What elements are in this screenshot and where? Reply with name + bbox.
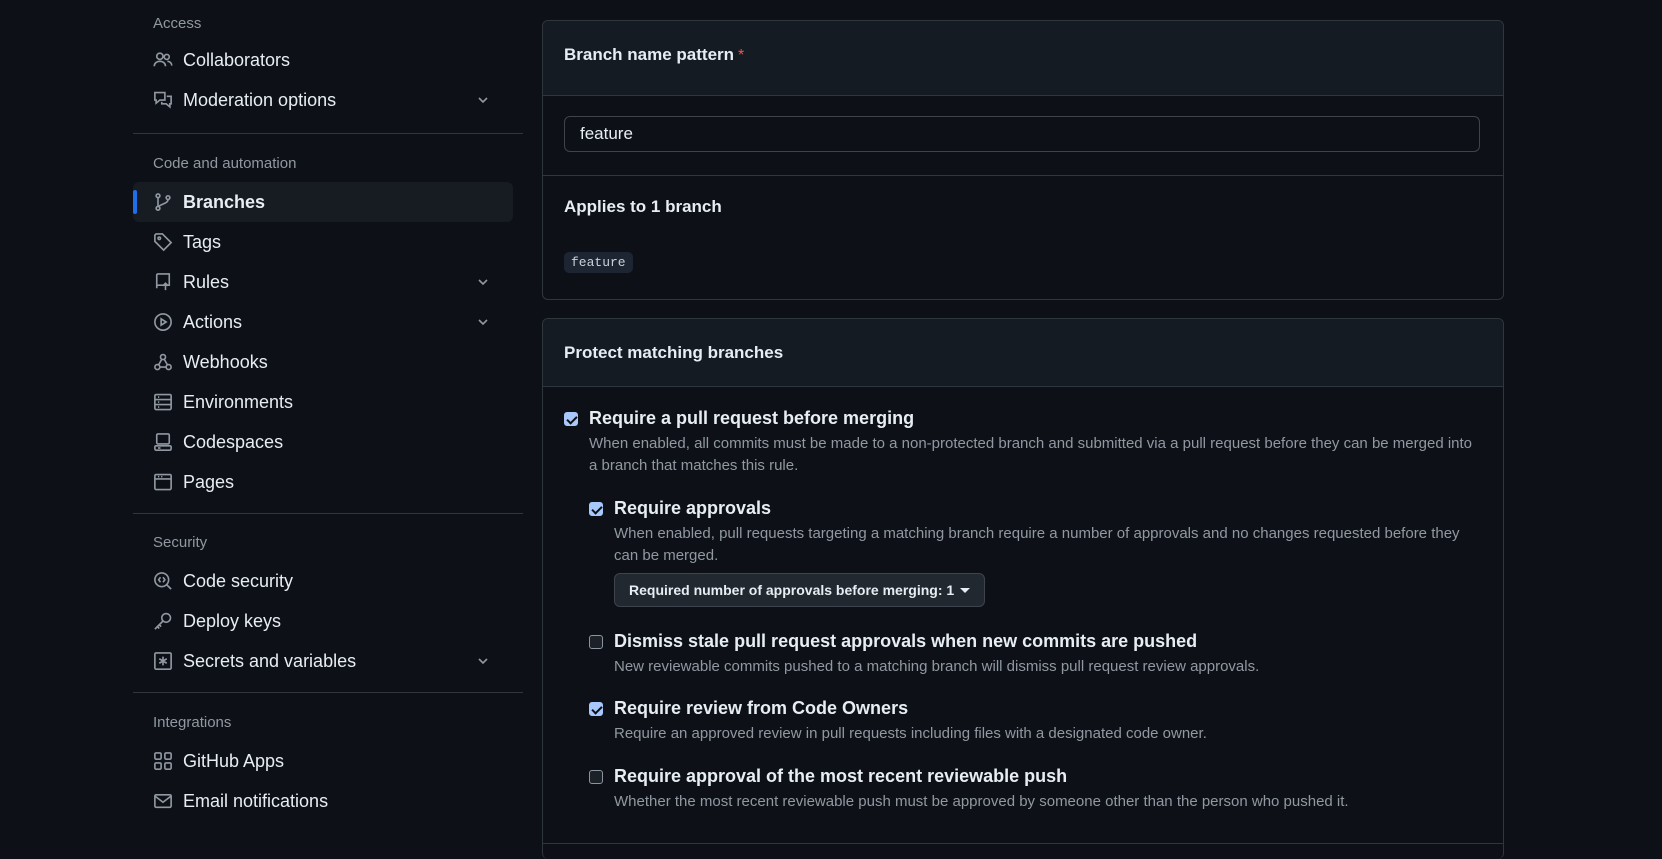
option-label: Dismiss stale pull request approvals whe… xyxy=(614,631,1198,651)
option-description: Require an approved review in pull reque… xyxy=(614,725,1207,742)
sidebar-item-label: Moderation options xyxy=(183,89,337,110)
sidebar-item-moderation-options[interactable]: Moderation options xyxy=(133,80,513,120)
sidebar-item-rules[interactable]: Rules xyxy=(133,262,513,302)
section-title-access: Access xyxy=(153,15,202,32)
required-marker: * xyxy=(738,47,745,64)
sidebar-item-email-notifications[interactable]: Email notifications xyxy=(133,781,513,821)
server-icon xyxy=(153,392,173,412)
chevron-down-icon[interactable] xyxy=(475,92,491,108)
sidebar-item-branches[interactable]: Branches xyxy=(133,182,513,222)
chevron-down-icon[interactable] xyxy=(475,274,491,290)
protect-options: Require a pull request before merging Wh… xyxy=(543,387,1503,844)
option-require-recent-push-approval: Require approval of the most recent revi… xyxy=(589,766,1469,813)
git-branch-icon xyxy=(153,192,173,212)
sidebar-item-label: Deploy keys xyxy=(183,610,282,631)
card-header: Protect matching branches xyxy=(543,319,1503,387)
comment-discussion-icon xyxy=(153,90,173,110)
section-title-security: Security xyxy=(153,534,208,551)
option-description: Whether the most recent reviewable push … xyxy=(614,793,1349,810)
key-asterisk-icon xyxy=(153,651,173,671)
sidebar-item-collaborators[interactable]: Collaborators xyxy=(133,40,513,80)
codescan-icon xyxy=(153,571,173,591)
sidebar-item-label: Tags xyxy=(183,231,222,252)
caret-down-icon xyxy=(960,587,971,593)
sidebar-item-codespaces[interactable]: Codespaces xyxy=(133,422,513,462)
checkbox-require-approvals[interactable] xyxy=(589,502,603,516)
browser-icon xyxy=(153,472,173,492)
divider xyxy=(133,133,523,134)
sidebar-item-pages[interactable]: Pages xyxy=(133,462,513,502)
divider xyxy=(133,513,523,514)
chevron-down-icon[interactable] xyxy=(475,314,491,330)
protect-branches-card: Protect matching branches Require a pull… xyxy=(542,318,1504,859)
matching-branch-tag: feature xyxy=(564,252,633,273)
repo-push-icon xyxy=(153,272,173,292)
sidebar-item-label: Pages xyxy=(183,471,235,492)
checkbox-require-code-owners[interactable] xyxy=(589,702,603,716)
mail-icon xyxy=(153,791,173,811)
sidebar-item-label: Rules xyxy=(183,271,230,292)
option-require-pull-request: Require a pull request before merging Wh… xyxy=(564,408,1484,477)
approvals-count-select[interactable]: Required number of approvals before merg… xyxy=(614,573,986,607)
applies-section: Applies to 1 branch feature xyxy=(543,176,1503,298)
codespaces-icon xyxy=(153,432,173,452)
sidebar-item-label: Webhooks xyxy=(183,351,268,372)
option-description: When enabled, pull requests targeting a … xyxy=(614,525,1460,564)
chevron-down-icon[interactable] xyxy=(475,653,491,669)
card-header: Branch name pattern * xyxy=(543,21,1503,96)
sidebar-item-deploy-keys[interactable]: Deploy keys xyxy=(133,601,513,641)
checkbox-require-pull-request[interactable] xyxy=(564,412,578,426)
tag-icon xyxy=(153,232,173,252)
sidebar-item-label: Secrets and variables xyxy=(183,650,357,671)
sidebar-item-label: Environments xyxy=(183,391,294,412)
branch-pattern-input[interactable] xyxy=(564,116,1480,152)
section-title-code-automation: Code and automation xyxy=(153,155,297,172)
protect-title: Protect matching branches xyxy=(564,343,784,362)
option-description: When enabled, all commits must be made t… xyxy=(589,435,1473,474)
option-require-approvals: Require approvals When enabled, pull req… xyxy=(589,498,1469,607)
sidebar-item-environments[interactable]: Environments xyxy=(133,382,513,422)
approvals-count-label: Required number of approvals before merg… xyxy=(629,582,955,598)
checkbox-dismiss-stale-approvals[interactable] xyxy=(589,635,603,649)
sidebar-item-webhooks[interactable]: Webhooks xyxy=(133,342,513,382)
sidebar-item-secrets-variables[interactable]: Secrets and variables xyxy=(133,641,513,681)
checkbox-require-recent-push-approval[interactable] xyxy=(589,770,603,784)
sidebar-item-label: Codespaces xyxy=(183,431,284,452)
sidebar-item-label: Email notifications xyxy=(183,790,329,811)
sidebar-item-label: Actions xyxy=(183,311,243,332)
option-label: Require approvals xyxy=(614,498,772,518)
key-icon xyxy=(153,611,173,631)
people-icon xyxy=(153,50,173,70)
branch-pattern-title: Branch name pattern xyxy=(564,45,735,64)
option-dismiss-stale-approvals: Dismiss stale pull request approvals whe… xyxy=(589,631,1469,678)
divider xyxy=(133,692,523,693)
sidebar-item-github-apps[interactable]: GitHub Apps xyxy=(133,741,513,781)
option-label: Require a pull request before merging xyxy=(589,408,915,428)
sidebar-item-tags[interactable]: Tags xyxy=(133,222,513,262)
option-description: New reviewable commits pushed to a match… xyxy=(614,658,1260,675)
sidebar-item-label: Branches xyxy=(183,191,266,212)
sidebar-item-label: GitHub Apps xyxy=(183,750,285,771)
option-label: Require review from Code Owners xyxy=(614,698,909,718)
applies-to-text: Applies to 1 branch xyxy=(564,197,722,216)
section-title-integrations: Integrations xyxy=(153,714,232,731)
apps-icon xyxy=(153,751,173,771)
sidebar-item-label: Collaborators xyxy=(183,49,291,70)
option-label: Require approval of the most recent revi… xyxy=(614,766,1068,786)
branch-pattern-card: Branch name pattern* Applies to 1 branch… xyxy=(542,20,1504,300)
webhook-icon xyxy=(153,352,173,372)
option-require-code-owners: Require review from Code Owners Require … xyxy=(589,698,1469,745)
pattern-input-row xyxy=(543,96,1503,176)
sidebar-item-code-security[interactable]: Code security xyxy=(133,561,513,601)
sidebar-item-label: Code security xyxy=(183,570,294,591)
sidebar-item-actions[interactable]: Actions xyxy=(133,302,513,342)
play-icon xyxy=(153,312,173,332)
